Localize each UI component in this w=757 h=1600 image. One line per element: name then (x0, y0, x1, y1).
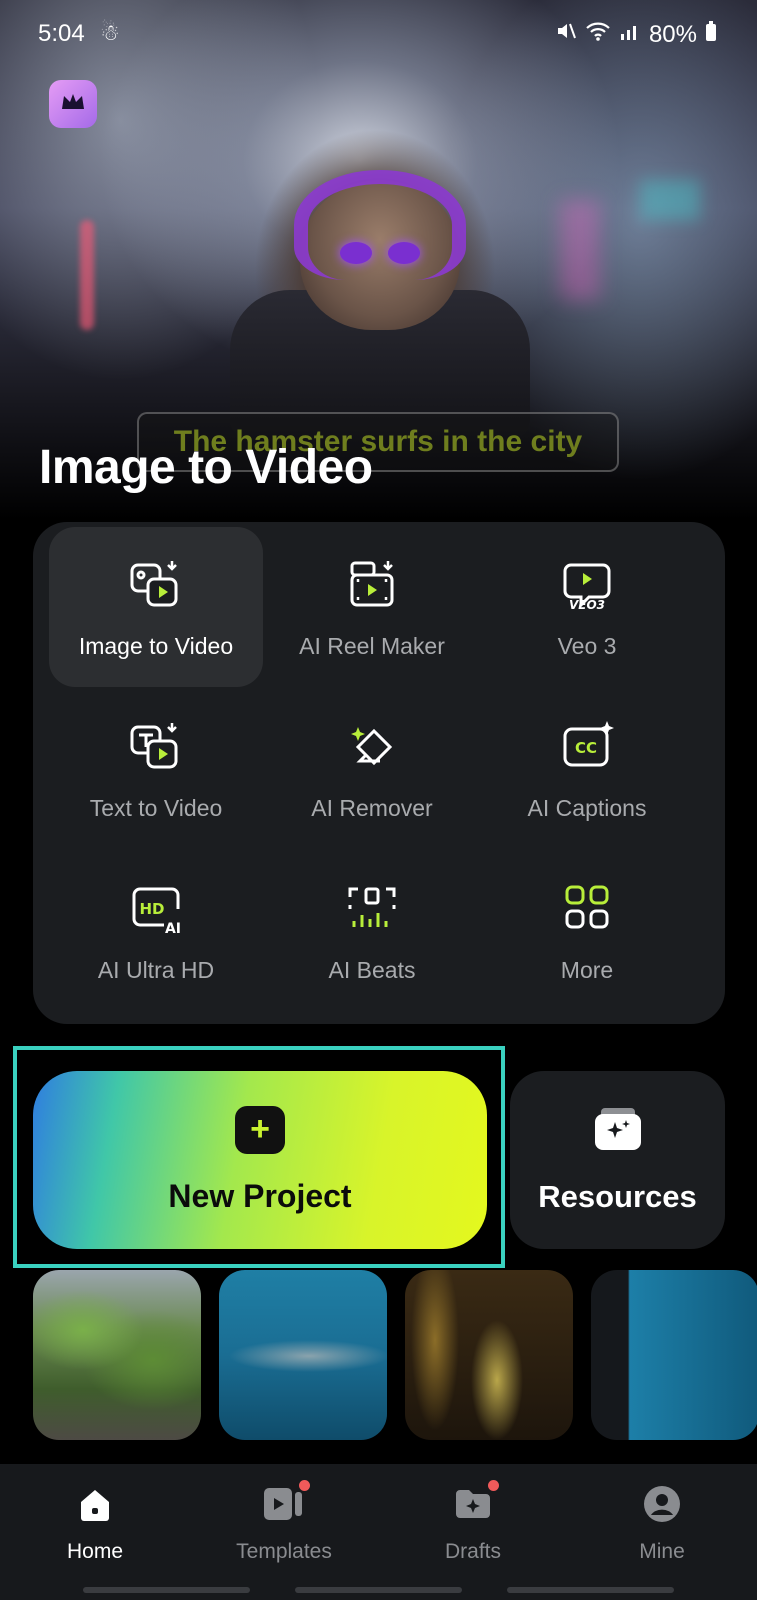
tool-ai-beats[interactable]: AI Beats (265, 851, 479, 1011)
tool-ai-remover[interactable]: AI Remover (265, 689, 479, 849)
nav-mine[interactable]: Mine (587, 1482, 737, 1564)
premium-crown-button[interactable] (49, 80, 97, 128)
gesture-bar (83, 1587, 250, 1593)
hero-title: Image to Video (39, 441, 373, 494)
tool-label: AI Ultra HD (97, 957, 215, 983)
tools-panel: Image to Video AI Reel Maker VEO3 Veo 3 (33, 522, 725, 1024)
notification-dot (299, 1480, 310, 1491)
signal-icon (619, 20, 641, 49)
battery-percent: 80% (648, 20, 697, 48)
new-project-button[interactable]: + New Project (33, 1071, 487, 1249)
tool-text-to-video[interactable]: Text to Video (49, 689, 263, 849)
svg-text:HD: HD (139, 900, 164, 918)
mute-icon (555, 20, 577, 49)
text-to-video-icon (126, 717, 186, 777)
reel-maker-icon (342, 555, 402, 615)
veo3-icon: VEO3 (557, 555, 617, 615)
image-to-video-icon (126, 555, 186, 615)
resources-button[interactable]: Resources (510, 1071, 725, 1249)
neon-light-right (640, 180, 700, 220)
nav-templates[interactable]: Templates (209, 1480, 359, 1564)
battery-icon (705, 20, 717, 49)
media-thumbnail[interactable] (219, 1270, 387, 1440)
drafts-icon (451, 1480, 499, 1526)
nav-label: Drafts (444, 1540, 501, 1563)
tool-label: AI Remover (311, 795, 433, 821)
wifi-icon (585, 20, 611, 49)
snowman-icon: ☃ (100, 20, 120, 45)
gesture-bar (295, 1587, 462, 1593)
templates-icon (262, 1480, 310, 1526)
nav-label: Templates (236, 1540, 332, 1563)
media-thumbnail[interactable] (405, 1270, 573, 1440)
tool-ai-ultra-hd[interactable]: HD AI AI Ultra HD (49, 851, 263, 1011)
plus-icon: + (235, 1105, 285, 1154)
nav-home[interactable]: Home (20, 1482, 170, 1564)
tool-more[interactable]: More (480, 851, 694, 1011)
status-time: 5:04 (38, 20, 85, 47)
recent-media-strip (33, 1270, 757, 1440)
tool-ai-captions[interactable]: CC AI Captions (480, 689, 694, 849)
nav-label: Home (66, 1540, 124, 1563)
tool-label: Veo 3 (557, 633, 617, 659)
eraser-icon (342, 717, 402, 777)
new-project-label: New Project (168, 1177, 352, 1214)
profile-icon (640, 1482, 684, 1526)
media-thumbnail[interactable] (591, 1270, 757, 1440)
bottom-nav: Home Templates Drafts Mine (0, 1464, 757, 1600)
tool-ai-reel-maker[interactable]: AI Reel Maker (265, 527, 479, 687)
beats-icon (342, 879, 402, 939)
gesture-bar (507, 1587, 674, 1593)
notification-dot (488, 1480, 499, 1491)
tool-label: More (560, 957, 614, 983)
nav-label: Mine (639, 1540, 685, 1563)
hamster-figure (294, 170, 466, 330)
svg-text:VEO3: VEO3 (569, 598, 605, 612)
resources-label: Resources (538, 1178, 697, 1214)
captions-icon: CC (557, 717, 617, 777)
tool-veo-3[interactable]: VEO3 Veo 3 (480, 527, 694, 687)
nav-drafts[interactable]: Drafts (398, 1480, 548, 1564)
neon-light-pink (560, 200, 600, 300)
neon-light-left (80, 220, 94, 330)
svg-text:AI: AI (165, 921, 181, 937)
hd-ai-icon: HD AI (126, 879, 186, 939)
tool-label: AI Beats (328, 957, 416, 983)
tool-label: AI Reel Maker (299, 633, 445, 659)
media-thumbnail[interactable] (33, 1270, 201, 1440)
svg-text:CC: CC (575, 739, 597, 757)
tool-label: Text to Video (89, 795, 223, 821)
resources-icon (593, 1106, 643, 1157)
tool-image-to-video[interactable]: Image to Video (49, 527, 263, 687)
home-icon (73, 1482, 117, 1526)
tool-label: AI Captions (527, 795, 647, 821)
status-bar: 5:04 ☃ 80% (0, 0, 757, 70)
crown-icon (60, 91, 86, 118)
grid-icon (557, 879, 617, 939)
tool-label: Image to Video (78, 633, 234, 659)
